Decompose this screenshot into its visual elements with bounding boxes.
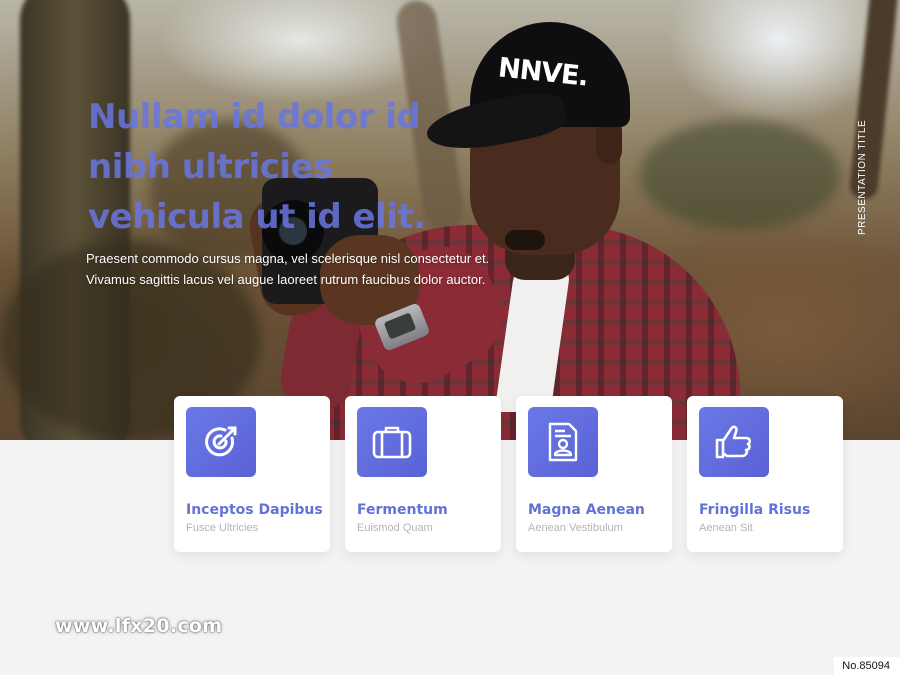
feature-subtitle: Euismod Quam	[357, 522, 433, 534]
feature-title: Magna Aenean	[528, 502, 645, 518]
feature-title: Fringilla Risus	[699, 502, 811, 518]
item-number-badge: No.85094	[834, 657, 900, 675]
feature-subtitle: Aenean Vestibulum	[528, 522, 623, 534]
foliage	[640, 120, 840, 230]
feature-cards: Inceptos Dapibus Fusce Ultricies Ferment…	[174, 396, 844, 552]
hero-subtext: Praesent commodo cursus magna, vel scele…	[86, 251, 490, 287]
feature-title: Inceptos Dapibus	[186, 502, 323, 518]
feature-subtitle: Aenean Sit	[699, 522, 753, 534]
watermark-url: www.lfx20.com	[55, 615, 223, 637]
feature-card[interactable]: Fermentum Euismod Quam	[345, 396, 501, 552]
beard	[505, 230, 545, 250]
feature-card[interactable]: Magna Aenean Aenean Vestibulum	[516, 396, 672, 552]
feature-card[interactable]: Inceptos Dapibus Fusce Ultricies	[174, 396, 330, 552]
briefcase-icon	[357, 407, 427, 477]
feature-card[interactable]: Fringilla Risus Aenean Sit	[687, 396, 843, 552]
id-document-icon	[528, 407, 598, 477]
target-arrow-icon	[186, 407, 256, 477]
hero-headline: Nullam id dolor id nibh ultricies vehicu…	[88, 97, 426, 237]
thumbs-up-icon	[699, 407, 769, 477]
feature-subtitle: Fusce Ultricies	[186, 522, 259, 534]
presentation-title-label: PRESENTATION TITLE	[857, 119, 868, 235]
feature-title: Fermentum	[357, 502, 448, 518]
